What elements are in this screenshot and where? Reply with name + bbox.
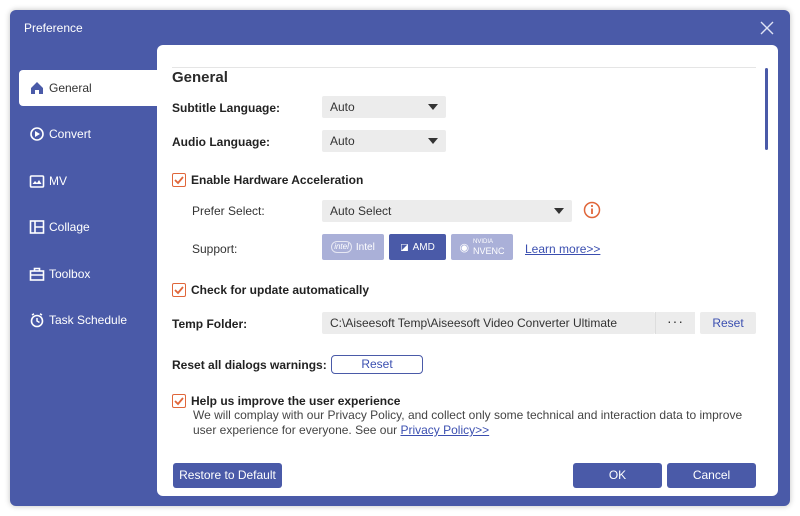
check-update-label: Check for update automatically bbox=[191, 283, 370, 297]
amd-badge: ◪ AMD bbox=[389, 234, 446, 260]
sidebar-item-general[interactable]: General bbox=[19, 70, 157, 106]
sidebar-item-mv[interactable]: MV bbox=[19, 163, 157, 199]
section-divider bbox=[172, 67, 756, 68]
window-title: Preference bbox=[24, 21, 83, 35]
improve-experience-checkbox[interactable] bbox=[172, 394, 186, 408]
audio-language-label: Audio Language: bbox=[172, 135, 270, 149]
intel-badge: intel Intel bbox=[322, 234, 384, 260]
sidebar-item-label: MV bbox=[49, 173, 67, 188]
privacy-text: We will complay with our Privacy Policy,… bbox=[193, 408, 758, 438]
home-icon bbox=[29, 80, 45, 96]
support-label: Support: bbox=[192, 242, 238, 256]
improve-experience-label: Help us improve the user experience bbox=[191, 394, 401, 408]
nvidia-badge: ◉ NVIDIA NVENC bbox=[451, 234, 513, 260]
nvidia-logo-icon: ◉ bbox=[459, 241, 470, 254]
sidebar-item-convert[interactable]: Convert bbox=[19, 116, 157, 152]
cancel-button[interactable]: Cancel bbox=[667, 463, 756, 488]
close-button[interactable] bbox=[758, 19, 776, 37]
subtitle-language-label: Subtitle Language: bbox=[172, 101, 280, 115]
preference-window: Preference General Convert MV Collage To… bbox=[10, 10, 790, 506]
check-update-checkbox[interactable] bbox=[172, 283, 186, 297]
intel-label: Intel bbox=[355, 241, 375, 253]
hardware-acceleration-checkbox[interactable] bbox=[172, 173, 186, 187]
sidebar-item-label: Task Schedule bbox=[49, 312, 128, 327]
intel-logo-icon: intel bbox=[331, 241, 352, 253]
info-icon[interactable] bbox=[583, 201, 601, 219]
sidebar-item-task-schedule[interactable]: Task Schedule bbox=[19, 302, 157, 338]
privacy-policy-link[interactable]: Privacy Policy>> bbox=[400, 423, 489, 437]
close-icon bbox=[760, 21, 774, 35]
checkmark-icon bbox=[174, 176, 184, 185]
collage-icon bbox=[29, 219, 45, 235]
checkmark-icon bbox=[174, 286, 184, 295]
temp-folder-reset-button[interactable]: Reset bbox=[700, 312, 756, 334]
reset-dialogs-button[interactable]: Reset bbox=[331, 355, 423, 374]
toolbox-icon bbox=[29, 266, 45, 282]
clock-icon bbox=[29, 312, 45, 328]
chevron-down-icon bbox=[428, 104, 438, 110]
learn-more-link[interactable]: Learn more>> bbox=[525, 242, 600, 256]
prefer-select-dropdown[interactable]: Auto Select bbox=[322, 200, 572, 222]
mv-icon bbox=[29, 173, 45, 189]
amd-label: AMD bbox=[412, 241, 435, 253]
section-heading: General bbox=[172, 69, 228, 86]
temp-folder-label: Temp Folder: bbox=[172, 317, 248, 331]
nvidia-text: NVIDIA NVENC bbox=[473, 238, 505, 256]
subtitle-language-select[interactable]: Auto bbox=[322, 96, 446, 118]
restore-default-button[interactable]: Restore to Default bbox=[173, 463, 282, 488]
scrollbar[interactable] bbox=[765, 68, 768, 150]
nvidia-bottom-label: NVENC bbox=[473, 246, 505, 256]
sidebar-item-toolbox[interactable]: Toolbox bbox=[19, 256, 157, 292]
subtitle-language-value: Auto bbox=[330, 100, 355, 114]
reset-dialogs-label: Reset all dialogs warnings: bbox=[172, 358, 327, 372]
sidebar-item-label: Collage bbox=[49, 220, 90, 235]
temp-folder-path[interactable]: C:\Aiseesoft Temp\Aiseesoft Video Conver… bbox=[322, 312, 655, 334]
audio-language-select[interactable]: Auto bbox=[322, 130, 446, 152]
sidebar-item-label: Convert bbox=[49, 127, 92, 142]
sidebar: General Convert MV Collage Toolbox Task … bbox=[19, 70, 157, 348]
general-panel: General Subtitle Language: Auto Audio La… bbox=[157, 45, 778, 496]
prefer-select-label: Prefer Select: bbox=[192, 204, 265, 218]
prefer-select-value: Auto Select bbox=[330, 204, 392, 218]
browse-folder-button[interactable]: ··· bbox=[655, 312, 695, 334]
convert-icon bbox=[29, 126, 45, 142]
hardware-acceleration-label: Enable Hardware Acceleration bbox=[191, 173, 364, 187]
chevron-down-icon bbox=[428, 138, 438, 144]
audio-language-value: Auto bbox=[330, 134, 355, 148]
ok-button[interactable]: OK bbox=[573, 463, 662, 488]
checkmark-icon bbox=[174, 397, 184, 406]
amd-logo-icon: ◪ bbox=[400, 241, 409, 252]
sidebar-item-collage[interactable]: Collage bbox=[19, 209, 157, 245]
chevron-down-icon bbox=[554, 208, 564, 214]
sidebar-item-label: General bbox=[49, 81, 92, 95]
sidebar-item-label: Toolbox bbox=[49, 266, 91, 281]
